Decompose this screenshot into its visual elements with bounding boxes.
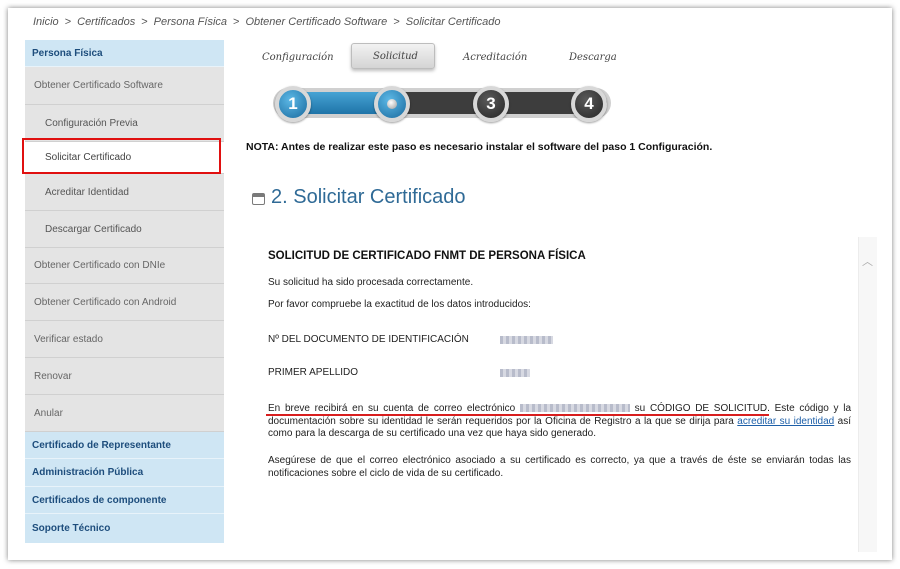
red-underline <box>266 414 769 416</box>
field-doc-label: Nº DEL DOCUMENTO DE IDENTIFICACIÓN <box>268 334 469 345</box>
scroll-up-icon[interactable]: ︿ <box>862 253 873 269</box>
sidebar-item-verificar-estado[interactable]: Verificar estado <box>25 321 224 358</box>
sidebar-item-soporte-tecnico[interactable]: Soporte Técnico <box>25 514 224 543</box>
breadcrumb-separator: > <box>233 16 240 28</box>
sidebar-item-representante[interactable]: Certificado de Representante <box>25 432 224 459</box>
page-title-text: 2. Solicitar Certificado <box>271 186 466 208</box>
verify-text: Por favor compruebe la exactitud de los … <box>268 299 531 310</box>
warning-paragraph: Asegúrese de que el correo electrónico a… <box>268 455 851 479</box>
email-para-before: En breve recibirá en su cuenta de correo… <box>268 403 516 414</box>
sidebar-item-renovar[interactable]: Renovar <box>25 358 224 395</box>
step-circle-1[interactable]: 1 <box>275 86 311 122</box>
sidebar-item-descargar-certificado[interactable]: Descargar Certificado <box>25 211 224 248</box>
step-label-solicitud: Solicitud <box>373 51 418 62</box>
step-circle-4[interactable]: 4 <box>571 86 607 122</box>
processed-text: Su solicitud ha sido procesada correctam… <box>268 277 474 288</box>
sidebar-item-persona-fisica[interactable]: Persona Física <box>25 40 224 67</box>
sidebar-item-android[interactable]: Obtener Certificado con Android <box>25 284 224 321</box>
sidebar-item-componente[interactable]: Certificados de componente <box>25 487 224 514</box>
breadcrumb-obtener-software[interactable]: Obtener Certificado Software <box>245 16 387 28</box>
highlight-box <box>22 138 221 174</box>
current-step-dot-icon <box>387 99 397 109</box>
breadcrumb-separator: > <box>64 16 72 28</box>
sidebar-item-configuracion-previa[interactable]: Configuración Previa <box>25 105 224 142</box>
content-heading: SOLICITUD DE CERTIFICADO FNMT DE PERSONA… <box>268 250 586 262</box>
redacted-surname-value <box>500 369 530 377</box>
breadcrumb-inicio[interactable]: Inicio <box>33 16 59 28</box>
step-label-configuracion: Configuración <box>262 52 334 63</box>
breadcrumb: Inicio > Certificados > Persona Física > Obten… <box>33 16 501 28</box>
nota-text: NOTA: Antes de realizar este paso es nec… <box>246 141 713 153</box>
step-circle-2[interactable] <box>374 86 410 122</box>
field-surname-label: PRIMER APELLIDO <box>268 367 359 378</box>
breadcrumb-current: Solicitar Certificado <box>405 16 501 28</box>
acreditar-identidad-link[interactable]: acreditar su identidad <box>737 416 834 427</box>
page-title: 2. Solicitar Certificado <box>252 186 466 209</box>
breadcrumb-separator: > <box>141 16 148 28</box>
breadcrumb-persona-fisica[interactable]: Persona Física <box>154 16 227 28</box>
sidebar-item-obtener-software[interactable]: Obtener Certificado Software <box>25 67 224 105</box>
sidebar-item-administracion-publica[interactable]: Administración Pública <box>25 459 224 487</box>
scrollbar[interactable]: ︿ <box>858 237 877 552</box>
redacted-email <box>519 404 630 413</box>
email-paragraph: En breve recibirá en su cuenta de correo… <box>268 403 851 441</box>
step-label-acreditacion: Acreditación <box>463 52 528 63</box>
calendar-icon <box>252 193 265 205</box>
step-label-descarga: Descarga <box>569 52 617 63</box>
step-circle-3[interactable]: 3 <box>473 86 509 122</box>
breadcrumb-certificados[interactable]: Certificados <box>77 16 135 28</box>
sidebar-item-acreditar-identidad[interactable]: Acreditar Identidad <box>25 174 224 211</box>
breadcrumb-separator: > <box>393 16 400 28</box>
sidebar: Persona Física Obtener Certificado Softw… <box>25 40 224 543</box>
sidebar-item-anular[interactable]: Anular <box>25 395 224 432</box>
redacted-doc-value <box>500 336 553 344</box>
sidebar-item-dnie[interactable]: Obtener Certificado con DNIe <box>25 248 224 284</box>
